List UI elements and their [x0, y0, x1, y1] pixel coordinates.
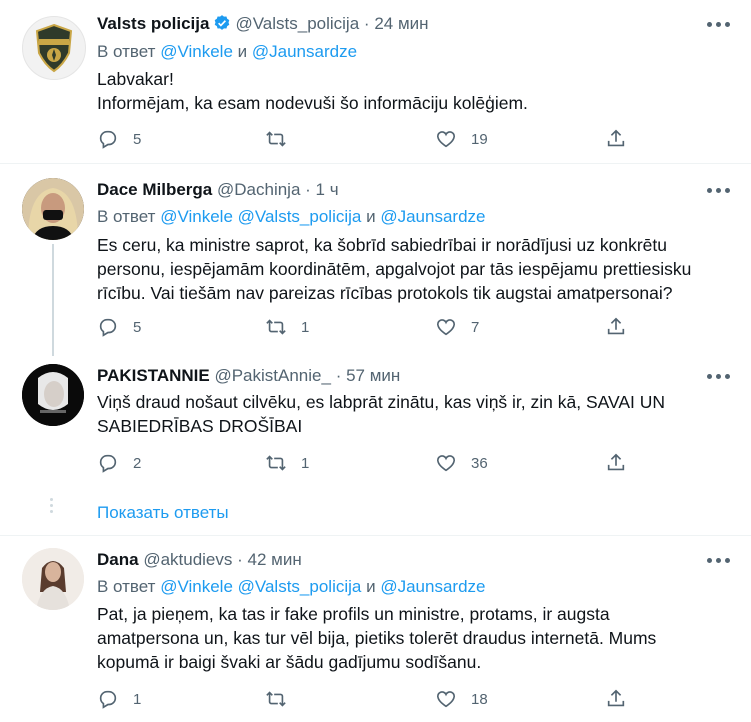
police-logo-icon	[35, 23, 73, 73]
retweet-button[interactable]	[265, 684, 301, 714]
reply-icon	[99, 454, 117, 473]
more-icon[interactable]	[707, 370, 731, 384]
retweet-button[interactable]	[265, 124, 301, 154]
author-name[interactable]: Dana	[97, 550, 139, 569]
reply-button[interactable]: 2	[97, 448, 141, 478]
separator-dot: ·	[237, 550, 243, 569]
more-icon[interactable]	[707, 554, 731, 568]
replying-to: В ответ @Vinkele и @Jaunsardze	[97, 42, 358, 61]
share-icon	[607, 317, 625, 335]
share-button[interactable]	[605, 312, 627, 342]
like-button[interactable]: 36	[435, 448, 488, 478]
mention-link[interactable]: @Vinkele	[160, 207, 233, 226]
avatar-photo	[22, 178, 84, 240]
timestamp[interactable]: 1 ч	[316, 180, 339, 199]
author-handle[interactable]: @Valsts_policija	[235, 14, 359, 33]
timestamp[interactable]: 57 мин	[346, 366, 400, 385]
like-button[interactable]: 7	[435, 312, 479, 342]
replying-to: В ответ @Vinkele @Valsts_policija и @Jau…	[97, 207, 486, 226]
avatar-photo	[22, 548, 84, 610]
share-icon	[607, 129, 625, 147]
tweet-actions: 5 19	[97, 124, 737, 154]
heart-icon	[436, 319, 456, 336]
separator-dot: ·	[305, 180, 311, 199]
retweet-icon	[266, 455, 286, 471]
tweet-valsts-policija[interactable]: Valsts policija @Valsts_policija · 24 мин…	[0, 12, 751, 162]
author-handle[interactable]: @Dachinja	[217, 180, 300, 199]
author-name[interactable]: Dace Milberga	[97, 180, 212, 199]
show-replies-link[interactable]: Показать ответы	[97, 502, 229, 524]
timestamp[interactable]: 24 мин	[374, 14, 428, 33]
tweet-pakistannie[interactable]: PAKISTANNIE @PakistAnnie_ · 57 мин Viņš …	[0, 364, 751, 484]
avatar[interactable]	[22, 16, 86, 80]
reply-icon	[99, 690, 117, 709]
tweet-actions: 5 1 7	[97, 312, 737, 342]
author-handle[interactable]: @aktudievs	[143, 550, 232, 569]
mention-link[interactable]: @Valsts_policija	[238, 577, 362, 596]
separator-dot: ·	[335, 366, 342, 385]
heart-icon	[436, 131, 456, 148]
tweet-dana[interactable]: Dana @aktudievs · 42 мин В ответ @Vinkel…	[0, 548, 751, 722]
tweet-actions: 1 18	[97, 684, 737, 714]
avatar[interactable]	[22, 178, 84, 240]
reply-button[interactable]: 5	[97, 124, 141, 154]
more-replies-dots	[50, 498, 53, 516]
tweet-text: Labvakar! Informējam, ka esam nodevuši š…	[97, 69, 528, 113]
mention-link[interactable]: @Vinkele	[160, 42, 233, 61]
reply-button[interactable]: 5	[97, 312, 141, 342]
divider	[0, 535, 751, 536]
mention-link[interactable]: @Valsts_policija	[238, 207, 362, 226]
like-button[interactable]: 19	[435, 124, 488, 154]
tweet-text: Viņš draud nošaut cilvēku, es labprāt zi…	[97, 392, 666, 436]
share-button[interactable]	[605, 684, 627, 714]
divider	[0, 163, 751, 164]
share-button[interactable]	[605, 124, 627, 154]
timestamp[interactable]: 42 мин	[248, 550, 302, 569]
retweet-icon	[266, 319, 286, 335]
retweet-button[interactable]: 1	[265, 448, 309, 478]
author-handle[interactable]: @PakistAnnie_	[214, 366, 331, 385]
heart-icon	[436, 691, 456, 708]
reply-icon	[99, 318, 117, 337]
like-button[interactable]: 18	[435, 684, 488, 714]
avatar[interactable]	[22, 364, 84, 426]
reply-icon	[99, 130, 117, 149]
heart-icon	[436, 455, 456, 472]
retweet-icon	[266, 691, 286, 707]
more-icon[interactable]	[707, 184, 731, 198]
author-name[interactable]: PAKISTANNIE	[97, 366, 210, 385]
reply-button[interactable]: 1	[97, 684, 141, 714]
avatar[interactable]	[22, 548, 84, 610]
tweet-text: Es ceru, ka ministre saprot, ka šobrīd s…	[97, 235, 692, 303]
separator-dot: ·	[363, 14, 370, 33]
thread-line	[52, 244, 54, 356]
retweet-button[interactable]: 1	[265, 312, 309, 342]
avatar-photo	[22, 364, 84, 426]
mention-link[interactable]: @Vinkele	[160, 577, 233, 596]
mention-link[interactable]: @Jaunsardze	[252, 42, 357, 61]
share-icon	[607, 453, 625, 471]
share-button[interactable]	[605, 448, 627, 478]
mention-link[interactable]: @Jaunsardze	[380, 577, 485, 596]
share-icon	[607, 689, 625, 707]
tweet-text: Pat, ja pieņem, ka tas ir fake profils u…	[97, 604, 657, 672]
mention-link[interactable]: @Jaunsardze	[380, 207, 485, 226]
replying-to: В ответ @Vinkele @Valsts_policija и @Jau…	[97, 577, 486, 596]
verified-badge-icon	[213, 14, 231, 39]
tweet-actions: 2 1 36	[97, 448, 737, 478]
tweet-dace-milberga[interactable]: Dace Milberga @Dachinja · 1 ч В ответ @V…	[0, 178, 751, 356]
author-name[interactable]: Valsts policija	[97, 14, 209, 33]
retweet-icon	[266, 131, 286, 147]
more-icon[interactable]	[707, 18, 731, 32]
